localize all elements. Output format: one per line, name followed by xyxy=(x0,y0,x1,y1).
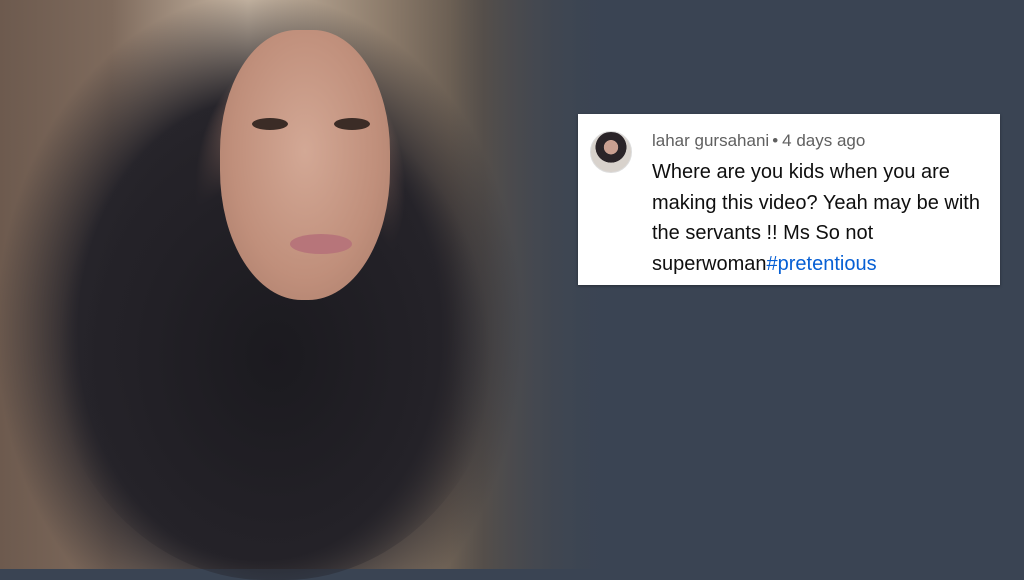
comment-line-4-text: superwoman xyxy=(652,252,767,275)
comment-line-2: making this video? Yeah may be with xyxy=(652,191,980,214)
comment-line-3: the servants !! Ms So not xyxy=(652,222,874,244)
comment-text: Where are you kids when you are making t… xyxy=(652,157,992,279)
portrait-lips xyxy=(290,234,352,254)
comment-card: lahar gursahani • 4 days ago Where are you… xyxy=(578,114,1000,285)
comment-line-1: Where are you kids when you are xyxy=(652,161,950,183)
woman-portrait-photo xyxy=(0,0,620,580)
meta-separator: • xyxy=(772,131,779,150)
portrait-eye-left xyxy=(252,118,288,130)
hashtag-link[interactable]: #pretentious xyxy=(767,253,877,275)
comment-line-4: superwoman#pretentious xyxy=(652,249,992,280)
comment-timestamp[interactable]: 4 days ago xyxy=(782,131,865,150)
portrait-eye-right xyxy=(334,118,370,130)
comment-meta: lahar gursahani • 4 days ago xyxy=(652,131,865,151)
portrait-face xyxy=(220,30,390,300)
commenter-avatar[interactable] xyxy=(590,131,632,173)
comment-author[interactable]: lahar gursahani xyxy=(652,131,769,150)
